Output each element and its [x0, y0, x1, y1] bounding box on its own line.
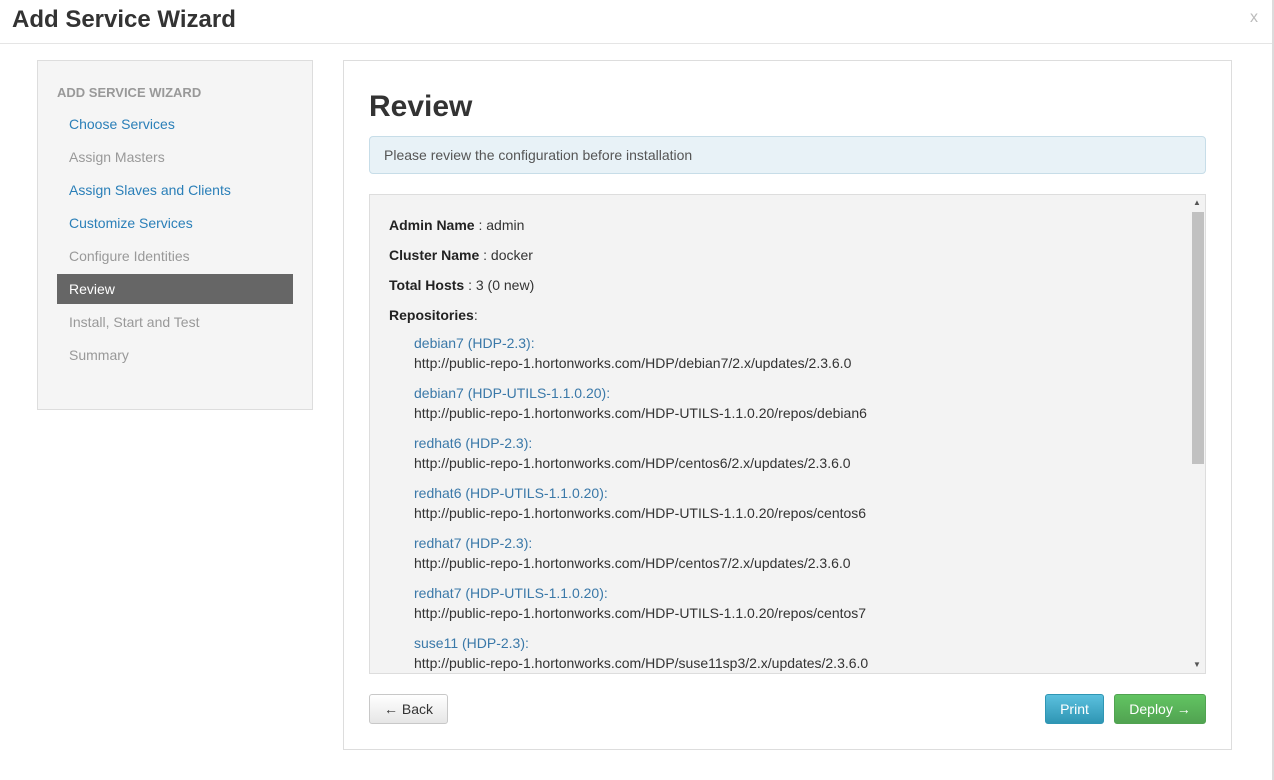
- repo-name: redhat7 (HDP-UTILS-1.1.0.20):: [414, 585, 608, 601]
- sidebar-item-assign-slaves-clients[interactable]: Assign Slaves and Clients: [57, 175, 293, 205]
- cluster-name-row: Cluster Name : docker: [389, 243, 1179, 273]
- repo-url: http://public-repo-1.hortonworks.com/HDP…: [414, 455, 851, 471]
- repository-list: debian7 (HDP-2.3): http://public-repo-1.…: [414, 333, 1179, 673]
- repo-url: http://public-repo-1.hortonworks.com/HDP…: [414, 505, 867, 521]
- sidebar-item-configure-identities: Configure Identities: [69, 248, 190, 264]
- repo-url: http://public-repo-1.hortonworks.com/HDP…: [414, 655, 869, 671]
- total-hosts-label: Total Hosts: [389, 277, 465, 293]
- repo-name: suse11 (HDP-2.3):: [414, 635, 529, 651]
- cluster-name-label: Cluster Name: [389, 247, 480, 263]
- list-item: debian7 (HDP-2.3): http://public-repo-1.…: [414, 333, 1179, 383]
- repositories-label: Repositories: [389, 307, 474, 323]
- scroll-thumb[interactable]: [1192, 212, 1204, 464]
- repo-url: http://public-repo-1.hortonworks.com/HDP…: [414, 555, 851, 571]
- repo-name: debian7 (HDP-UTILS-1.1.0.20):: [414, 385, 611, 401]
- info-alert: Please review the configuration before i…: [369, 136, 1206, 174]
- repositories-row: Repositories:: [389, 303, 1179, 333]
- sidebar-item-customize-services[interactable]: Customize Services: [57, 208, 293, 238]
- sidebar-header: ADD SERVICE WIZARD: [57, 85, 202, 100]
- close-button[interactable]: x: [1250, 9, 1258, 27]
- back-button[interactable]: ← Back: [369, 694, 448, 724]
- scroll-up-arrow-icon[interactable]: ▲: [1189, 195, 1205, 211]
- list-item: redhat7 (HDP-2.3): http://public-repo-1.…: [414, 533, 1179, 583]
- sidebar-item-choose-services[interactable]: Choose Services: [57, 109, 293, 139]
- list-item: redhat7 (HDP-UTILS-1.1.0.20): http://pub…: [414, 583, 1179, 633]
- admin-name-row: Admin Name : admin: [389, 213, 1179, 243]
- sidebar-item-review[interactable]: Review: [57, 274, 293, 304]
- repo-url: http://public-repo-1.hortonworks.com/HDP…: [414, 405, 867, 421]
- review-panel: Review Please review the configuration b…: [343, 60, 1232, 750]
- sidebar-item-install-start-test: Install, Start and Test: [69, 314, 200, 330]
- print-button[interactable]: Print: [1045, 694, 1104, 724]
- repositories-colon: :: [473, 307, 478, 323]
- review-scroll-box[interactable]: Admin Name : admin Cluster Name : docker…: [369, 194, 1206, 674]
- repo-url: http://public-repo-1.hortonworks.com/HDP…: [414, 355, 852, 371]
- list-item: redhat6 (HDP-UTILS-1.1.0.20): http://pub…: [414, 483, 1179, 533]
- repo-name: debian7 (HDP-2.3):: [414, 335, 535, 351]
- repo-name: redhat6 (HDP-2.3):: [414, 435, 533, 451]
- admin-name-value: : admin: [474, 217, 525, 233]
- cluster-name-value: : docker: [479, 247, 533, 263]
- repo-name: redhat7 (HDP-2.3):: [414, 535, 533, 551]
- scroll-down-arrow-icon[interactable]: ▼: [1189, 657, 1205, 673]
- vertical-scrollbar[interactable]: ▲ ▼: [1189, 195, 1205, 673]
- modal-title: Add Service Wizard: [12, 6, 236, 33]
- sidebar-nav-list: Choose Services Assign Masters Assign Sl…: [57, 109, 293, 373]
- deploy-button[interactable]: Deploy →: [1114, 694, 1206, 724]
- sidebar-item-summary: Summary: [69, 347, 129, 363]
- repo-name: redhat6 (HDP-UTILS-1.1.0.20):: [414, 485, 608, 501]
- wizard-sidebar: ADD SERVICE WIZARD Choose Services Assig…: [37, 60, 313, 410]
- admin-name-label: Admin Name: [389, 217, 475, 233]
- list-item: debian7 (HDP-UTILS-1.1.0.20): http://pub…: [414, 383, 1179, 433]
- list-item: redhat6 (HDP-2.3): http://public-repo-1.…: [414, 433, 1179, 483]
- list-item: suse11 (HDP-2.3): http://public-repo-1.h…: [414, 633, 1179, 673]
- total-hosts-value: : 3 (0 new): [464, 277, 535, 293]
- page-title: Review: [369, 90, 473, 123]
- sidebar-item-assign-masters: Assign Masters: [69, 149, 165, 165]
- modal-header: Add Service Wizard x: [0, 0, 1274, 44]
- total-hosts-row: Total Hosts : 3 (0 new): [389, 273, 1179, 303]
- repo-url: http://public-repo-1.hortonworks.com/HDP…: [414, 605, 867, 621]
- review-content: Admin Name : admin Cluster Name : docker…: [389, 213, 1179, 673]
